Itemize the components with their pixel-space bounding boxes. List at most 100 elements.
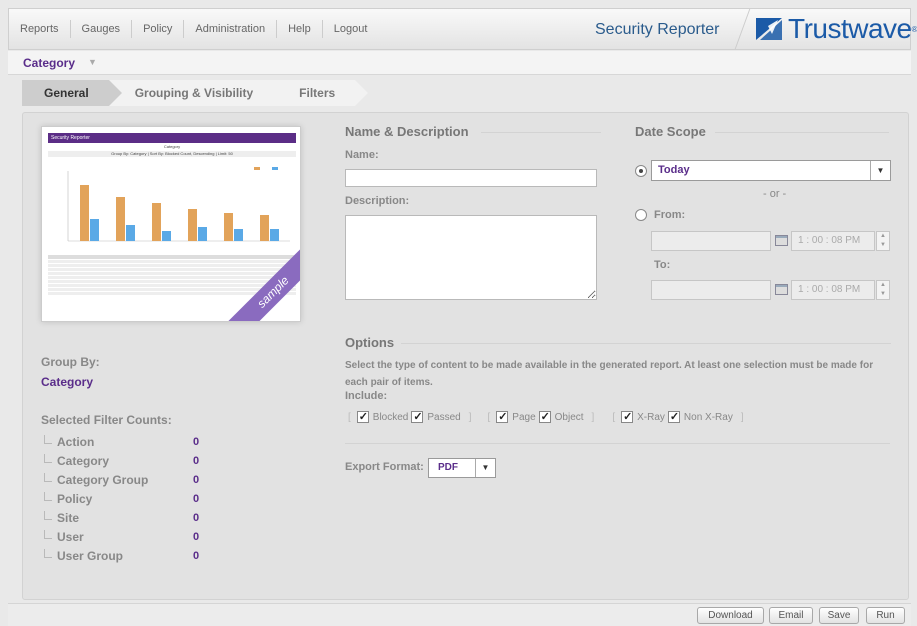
name-input[interactable] [346, 170, 596, 186]
tab-general[interactable]: General [22, 80, 122, 106]
category-title[interactable]: Category [23, 56, 75, 70]
thumbnail-table-row [48, 268, 296, 271]
general-panel: Security Reporter Category Group By: Cat… [22, 112, 909, 600]
options-divider [345, 443, 890, 444]
filter-count-item: Category Group 0 [41, 471, 201, 490]
thumbnail-chart [67, 167, 290, 242]
name-description-section: Name & Description [345, 124, 601, 139]
section-title: Date Scope [635, 124, 706, 139]
description-field[interactable] [345, 215, 597, 300]
nav-administration[interactable]: Administration [184, 20, 278, 38]
tree-branch-icon [44, 511, 52, 520]
chevron-down-icon[interactable]: ▼ [475, 459, 495, 477]
thumbnail-table-row [48, 260, 296, 263]
save-button[interactable]: Save [819, 607, 859, 624]
date-scope-select[interactable]: Today ▼ [651, 160, 891, 181]
bracket: ] [740, 411, 744, 423]
filter-count-name: User Group [57, 549, 124, 563]
thumbnail-table-row [48, 272, 296, 275]
from-time-spinner[interactable]: ▲ ▼ [876, 231, 890, 251]
to-label: To: [654, 259, 671, 271]
app-title: Security Reporter [595, 21, 720, 38]
tab-arrow [108, 80, 122, 106]
tab-arrow [355, 80, 369, 106]
chevron-down-icon[interactable]: ▼ [870, 161, 890, 180]
blocked-checkbox[interactable] [356, 411, 369, 423]
thumbnail-subheader: Category [163, 144, 181, 149]
top-navigation-bar: Reports Gauges Policy Administration Hel… [8, 8, 917, 50]
date-scope-section: Date Scope [635, 124, 889, 139]
xray-checkbox[interactable] [621, 411, 634, 423]
from-radio[interactable] [635, 209, 647, 221]
brand-logo: Trustwave ® [734, 9, 917, 49]
nav-logout[interactable]: Logout [323, 20, 379, 38]
tree-branch-icon [44, 473, 52, 482]
section-title: Options [345, 335, 395, 350]
export-format-label: Export Format: [345, 461, 424, 473]
filter-count-value: 0 [193, 474, 200, 486]
tab-general-label: General [44, 86, 89, 100]
export-format-value: PDF [438, 462, 458, 473]
from-time-field[interactable]: 1 : 00 : 08 PM [791, 231, 875, 251]
thumbnail-table-row [48, 284, 296, 287]
options-section: Options [345, 335, 891, 350]
filter-count-value: 0 [193, 550, 200, 562]
tab-strip: General Grouping & Visibility Filters [22, 80, 369, 107]
tab-filters-label: Filters [299, 86, 336, 100]
or-separator: - or - [763, 188, 787, 200]
thumbnail-table-row [48, 255, 296, 259]
tree-branch-icon [44, 530, 52, 539]
section-divider [715, 132, 889, 133]
page-checkbox[interactable] [496, 411, 509, 423]
section-title: Name & Description [345, 124, 469, 139]
trustwave-logo-icon [756, 18, 782, 40]
filter-counts-label: Selected Filter Counts: [41, 413, 172, 427]
name-field[interactable] [345, 169, 597, 187]
page-label: Page [512, 411, 536, 423]
email-button[interactable]: Email [769, 607, 813, 624]
download-button[interactable]: Download [697, 607, 764, 624]
nav-reports[interactable]: Reports [9, 20, 71, 38]
chevron-down-icon[interactable]: ▼ [88, 57, 97, 67]
section-divider [401, 343, 891, 344]
section-divider [481, 132, 601, 133]
bracket: ] [591, 411, 595, 423]
main-menu: Reports Gauges Policy Administration Hel… [9, 9, 378, 49]
filter-count-name: Category Group [57, 473, 149, 487]
to-time-spinner[interactable]: ▲ ▼ [876, 280, 890, 300]
filter-count-item: Policy 0 [41, 490, 201, 509]
tree-branch-icon [44, 492, 52, 501]
filter-count-name: Policy [57, 492, 93, 506]
run-button[interactable]: Run [866, 607, 905, 624]
from-label: From: [654, 209, 686, 221]
to-date-field[interactable] [651, 280, 771, 300]
calendar-icon[interactable] [775, 284, 788, 295]
tab-grouping-visibility[interactable]: Grouping & Visibility [108, 80, 287, 106]
report-preview-thumbnail: Security Reporter Category Group By: Cat… [41, 126, 301, 322]
description-label: Description: [345, 195, 410, 207]
nav-policy[interactable]: Policy [132, 20, 185, 38]
non-xray-checkbox[interactable] [667, 411, 680, 423]
to-time-field[interactable]: 1 : 00 : 08 PM [791, 280, 875, 300]
passed-checkbox[interactable] [411, 411, 424, 423]
xray-label: X-Ray [637, 411, 665, 423]
nav-help[interactable]: Help [277, 20, 323, 38]
filter-count-name: Site [57, 511, 80, 525]
name-label: Name: [345, 149, 379, 161]
filter-count-value: 0 [193, 493, 200, 505]
filter-count-name: User [57, 530, 84, 544]
description-textarea[interactable] [346, 216, 596, 299]
export-format-select[interactable]: PDF ▼ [428, 458, 496, 478]
thumbnail-table-row [48, 264, 296, 267]
tree-branch-icon [44, 435, 52, 444]
bracket: [ [612, 411, 616, 423]
object-checkbox[interactable] [538, 411, 551, 423]
options-description: Select the type of content to be made av… [345, 360, 874, 388]
thumbnail-header: Security Reporter [48, 133, 296, 143]
calendar-icon[interactable] [775, 235, 788, 246]
today-radio[interactable] [635, 165, 647, 177]
from-date-field[interactable] [651, 231, 771, 251]
group-by-value: Category [41, 375, 94, 389]
filter-count-value: 0 [193, 531, 200, 543]
nav-gauges[interactable]: Gauges [71, 20, 133, 38]
